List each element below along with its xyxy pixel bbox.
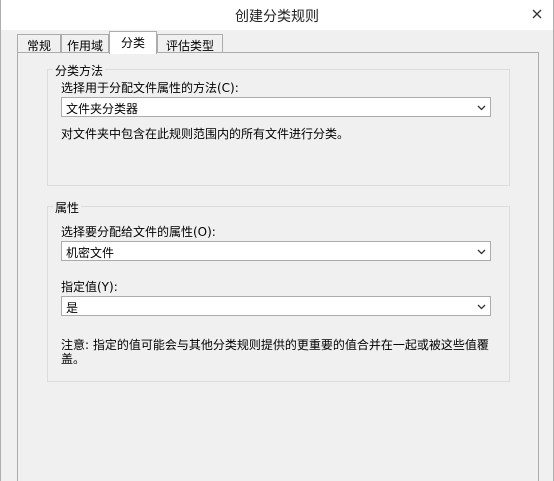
tab-panel-classification: 分类方法 选择用于分配文件属性的方法(C): 文件夹分类器 对文件夹中包含在此规…: [17, 52, 539, 481]
dialog-window: 创建分类规则 常规 作用域 分类 评估类型 分类方法 选择用于分配文件属性的方法…: [0, 0, 554, 481]
method-select[interactable]: 文件夹分类器: [61, 97, 491, 117]
tab-classification[interactable]: 分类: [109, 31, 157, 54]
window-title: 创建分类规则: [235, 9, 319, 25]
tab-general[interactable]: 常规: [17, 34, 61, 53]
property-value: 机密文件: [66, 246, 115, 260]
group-title: 分类方法: [53, 62, 106, 79]
method-label: 选择用于分配文件属性的方法(C):: [61, 81, 239, 95]
title-bar[interactable]: 创建分类规则: [1, 0, 553, 30]
value-value: 是: [66, 301, 79, 315]
group-title: 属性: [53, 199, 82, 216]
close-icon: [532, 9, 542, 19]
value-label: 指定值(Y):: [61, 280, 118, 294]
chevron-down-icon: [477, 249, 486, 255]
method-value: 文件夹分类器: [66, 102, 139, 116]
tab-label: 常规: [26, 39, 51, 53]
value-select[interactable]: 是: [61, 296, 491, 316]
property-select[interactable]: 机密文件: [61, 241, 491, 261]
close-button[interactable]: [529, 6, 545, 22]
tab-label: 评估类型: [165, 39, 214, 53]
chevron-down-icon: [477, 105, 486, 111]
tab-evaluation-type[interactable]: 评估类型: [157, 34, 223, 53]
method-description: 对文件夹中包含在此规则范围内的所有文件进行分类。: [61, 127, 350, 141]
tab-scope[interactable]: 作用域: [61, 34, 109, 53]
property-label: 选择要分配给文件的属性(O):: [61, 225, 216, 239]
chevron-down-icon: [477, 304, 486, 310]
tab-label: 作用域: [66, 39, 103, 53]
property-note: 注意: 指定的值可能会与其他分类规则提供的更重要的值合并在一起或被这些值覆盖。: [61, 338, 489, 366]
tab-label: 分类: [120, 36, 145, 50]
